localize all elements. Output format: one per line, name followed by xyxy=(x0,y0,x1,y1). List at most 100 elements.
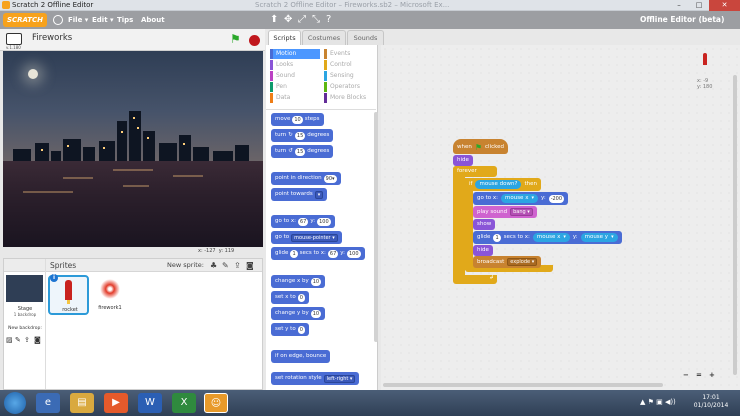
script-go-to-xy[interactable]: go to x: mouse x ▾ y: -200 xyxy=(473,192,569,205)
block-move-steps[interactable]: move 10 steps xyxy=(271,113,324,126)
minimize-button[interactable]: – xyxy=(669,0,689,11)
shrink-icon[interactable]: ⤡ xyxy=(312,14,320,26)
category-sensing[interactable]: Sensing xyxy=(324,71,374,81)
stage-canvas[interactable] xyxy=(3,51,263,247)
tab-sounds[interactable]: Sounds xyxy=(347,30,384,45)
block-set-rotation-style[interactable]: set rotation style left-right ▾ xyxy=(271,372,360,385)
upload-backdrop-icon[interactable]: ⇪ xyxy=(24,336,30,344)
stage-header: v.1.180 Fireworks ⚑ xyxy=(0,29,265,51)
menu-file[interactable]: File ▾ xyxy=(68,11,88,29)
tab-scripts[interactable]: Scripts xyxy=(268,30,301,45)
palette-scrollbar[interactable] xyxy=(374,112,378,342)
rocket-thumbnail xyxy=(65,280,72,300)
upload-sprite-icon[interactable]: ⇪ xyxy=(234,261,241,270)
presentation-mode-icon[interactable] xyxy=(6,33,22,45)
reporter-mouse-y[interactable]: mouse y ▾ xyxy=(580,233,618,242)
block-point-in-direction[interactable]: point in direction 90▾ xyxy=(271,172,341,185)
sensing-mouse-down[interactable]: mouse down? xyxy=(475,180,522,189)
backdrop-count: 1 backdrop xyxy=(13,312,37,317)
reporter-mouse-x[interactable]: mouse x ▾ xyxy=(532,233,570,242)
script-if[interactable]: if mouse down? then xyxy=(465,178,541,191)
zoom-reset-button[interactable]: = xyxy=(696,371,702,379)
menu-about[interactable]: About xyxy=(141,11,165,29)
block-change-x[interactable]: change x by 10 xyxy=(271,275,326,288)
system-tray-icons[interactable]: ▲ ⚑ ▣ ◀)) xyxy=(640,398,676,406)
internet-explorer-icon[interactable]: e xyxy=(36,393,60,413)
forever-c-bottom: ↲ xyxy=(453,274,497,284)
menubar: SCRATCH File ▾ Edit ▾ Tips About ⬆ ✥ ⤢ ⤡… xyxy=(0,11,740,29)
zoom-out-button[interactable]: − xyxy=(683,371,689,379)
block-glide[interactable]: glide 1 secs to x: 67 y: 100 xyxy=(271,247,365,260)
building xyxy=(179,135,191,161)
script-play-sound[interactable]: play sound bang ▾ xyxy=(473,206,537,218)
zoom-in-button[interactable]: + xyxy=(709,371,715,379)
media-player-icon[interactable]: ▶ xyxy=(104,393,128,413)
block-turn-right[interactable]: turn ↻ 15 degrees xyxy=(271,129,334,142)
category-motion[interactable]: Motion xyxy=(270,49,320,59)
grow-icon[interactable]: ⤢ xyxy=(298,14,306,26)
category-control[interactable]: Control xyxy=(324,60,374,70)
cut-icon[interactable]: ✥ xyxy=(284,14,292,26)
word-icon[interactable]: W xyxy=(138,393,162,413)
scratch-taskbar-icon[interactable]: ☺ xyxy=(204,393,228,413)
script-hide[interactable]: hide xyxy=(453,155,473,166)
menu-tips[interactable]: Tips xyxy=(117,11,133,29)
block-set-x[interactable]: set x to 0 xyxy=(271,291,309,304)
block-if-on-edge-bounce[interactable]: if on edge, bounce xyxy=(271,350,331,363)
category-sound[interactable]: Sound xyxy=(270,71,320,81)
sprite-info-icon[interactable]: i xyxy=(50,274,58,282)
file-explorer-icon[interactable]: ▤ xyxy=(70,393,94,413)
camera-sprite-icon[interactable]: ◙ xyxy=(246,261,254,270)
menu-edit[interactable]: Edit ▾ xyxy=(92,11,114,29)
window-light xyxy=(103,147,105,149)
script-show[interactable]: show xyxy=(473,219,496,230)
block-set-y[interactable]: set y to 0 xyxy=(271,323,309,336)
block-go-to[interactable]: go to mouse-pointer ▾ xyxy=(271,231,342,244)
scratch-logo[interactable]: SCRATCH xyxy=(3,13,47,27)
building xyxy=(213,151,233,161)
camera-backdrop-icon[interactable]: ◙ xyxy=(34,336,41,344)
category-data[interactable]: Data xyxy=(270,93,320,103)
stage-column: Stage 1 backdrop New backdrop: ▨ ✎ ⇪ ◙ xyxy=(4,259,46,389)
script-forever[interactable]: forever xyxy=(453,166,497,177)
help-icon[interactable]: ? xyxy=(326,14,331,26)
reporter-mouse-x[interactable]: mouse x ▾ xyxy=(500,194,538,203)
script-hide-2[interactable]: hide xyxy=(473,245,493,256)
category-operators[interactable]: Operators xyxy=(324,82,374,92)
script-when-flag-clicked[interactable]: when ⚑ clicked xyxy=(453,139,508,154)
category-more-blocks[interactable]: More Blocks xyxy=(324,93,374,103)
stop-sign-icon[interactable] xyxy=(249,35,260,46)
category-pen[interactable]: Pen xyxy=(270,82,320,92)
excel-icon[interactable]: X xyxy=(172,393,196,413)
maximize-button[interactable]: □ xyxy=(689,0,709,11)
green-flag-icon[interactable]: ⚑ xyxy=(230,33,241,46)
duplicate-icon[interactable]: ⬆ xyxy=(270,14,278,26)
reflection xyxy=(173,175,203,177)
taskbar-clock[interactable]: 17:01 01/10/2014 xyxy=(684,394,738,410)
script-glide[interactable]: glide 1 secs to x: mouse x ▾ y: mouse y ▾ xyxy=(473,231,622,244)
scripts-area[interactable] xyxy=(381,45,740,390)
choose-sprite-library-icon[interactable]: ♣ xyxy=(210,261,217,270)
paint-backdrop-icon[interactable]: ✎ xyxy=(15,336,21,344)
stage-thumbnail[interactable] xyxy=(6,275,43,302)
block-point-towards[interactable]: point towards ▾ xyxy=(271,188,328,201)
category-events[interactable]: Events xyxy=(324,49,374,59)
mouse-coordinates: x: -127 y: 119 xyxy=(198,248,235,254)
backdrop-library-icon[interactable]: ▨ xyxy=(6,336,13,344)
close-window-button[interactable]: ✕ xyxy=(709,0,740,11)
block-go-to-xy[interactable]: go to x: 67 y: 100 xyxy=(271,215,335,228)
building xyxy=(159,143,177,161)
scripts-horizontal-scrollbar[interactable] xyxy=(383,383,663,387)
language-globe-icon[interactable] xyxy=(53,15,63,25)
tab-costumes[interactable]: Costumes xyxy=(302,30,346,45)
script-broadcast[interactable]: broadcast explode ▾ xyxy=(473,256,542,268)
windows-start-button[interactable] xyxy=(4,392,26,414)
scripts-vertical-scrollbar[interactable] xyxy=(733,75,737,375)
sprite-firework1[interactable]: firework1 xyxy=(90,275,131,315)
block-palette: Motion Events Looks Control Sound Sensin… xyxy=(266,45,378,390)
category-looks[interactable]: Looks xyxy=(270,60,320,70)
paint-sprite-icon[interactable]: ✎ xyxy=(222,261,229,270)
block-turn-left[interactable]: turn ↺ 15 degrees xyxy=(271,145,334,158)
project-name[interactable]: Fireworks xyxy=(32,33,72,43)
block-change-y[interactable]: change y by 10 xyxy=(271,307,326,320)
